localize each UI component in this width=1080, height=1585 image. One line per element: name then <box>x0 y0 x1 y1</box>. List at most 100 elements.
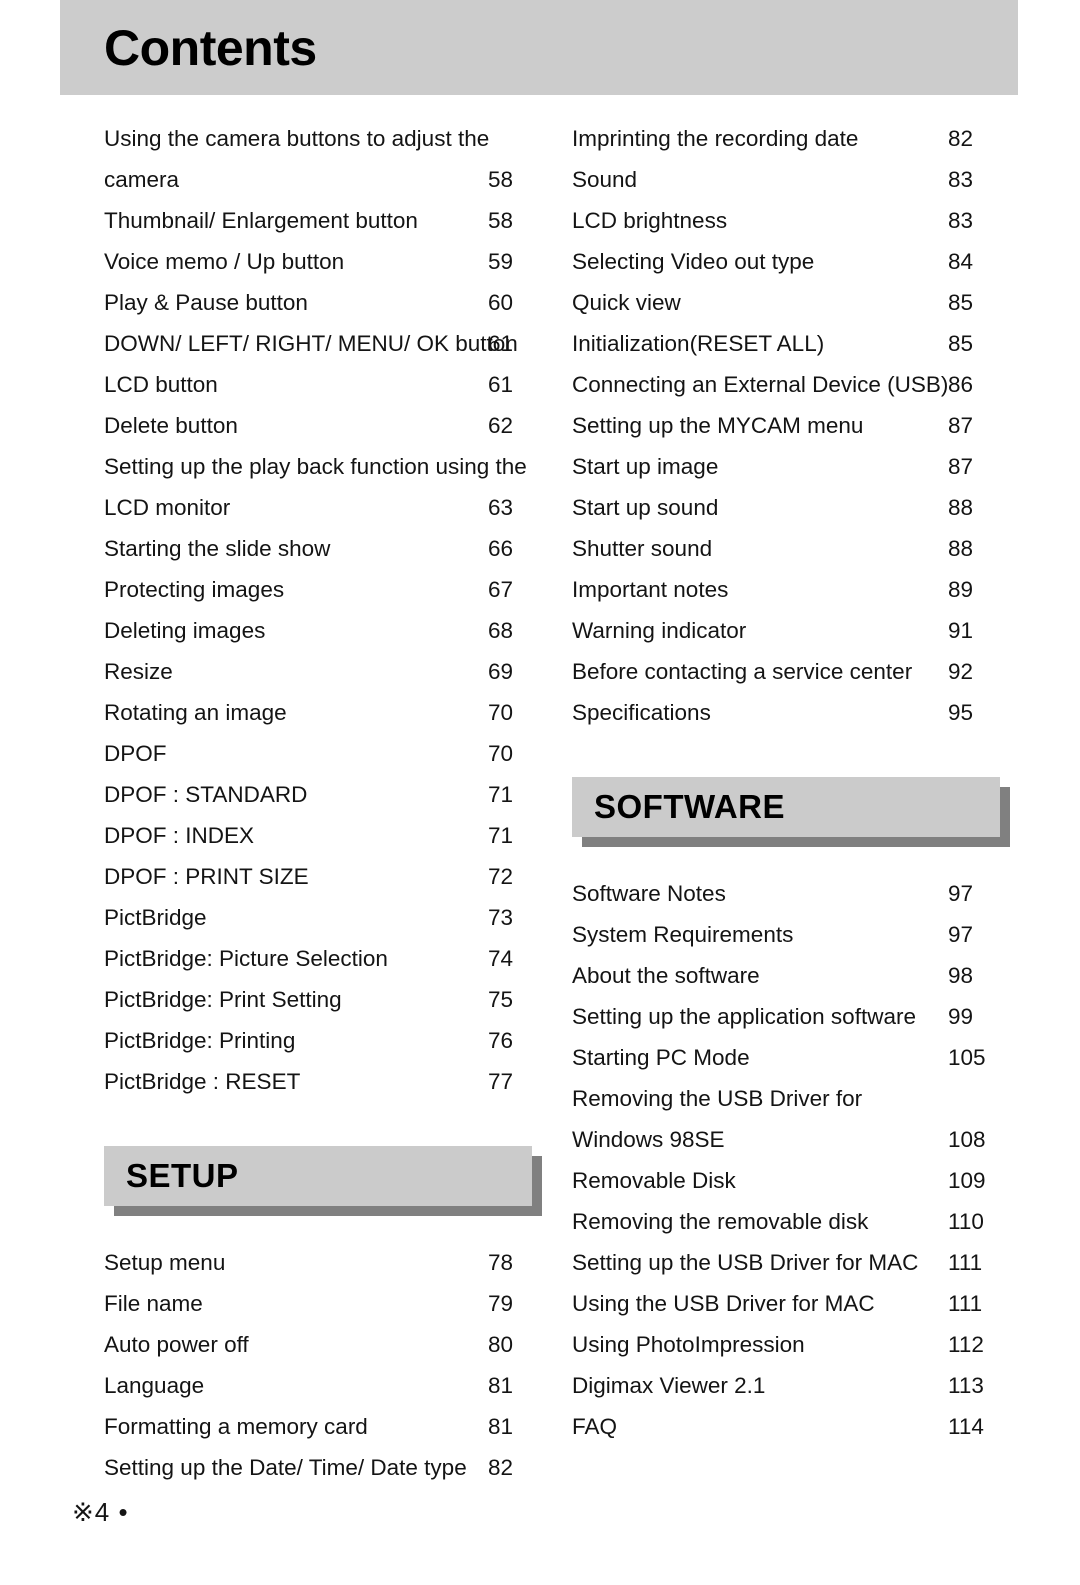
toc-entry[interactable]: Formatting a memory card 81 <box>104 1406 544 1447</box>
toc-entry-label: Connecting an External Device (USB) <box>572 372 949 397</box>
toc-entry[interactable]: Delete button 62 <box>104 405 544 446</box>
toc-entry-label: Thumbnail/ Enlargement button <box>104 208 418 233</box>
toc-entry-label: Removing the USB Driver for <box>572 1086 863 1111</box>
toc-entry-page-number: 83 <box>948 167 974 192</box>
toc-entry-label: Using PhotoImpression <box>572 1332 805 1357</box>
toc-entry[interactable]: Specifications 95 <box>572 692 1012 733</box>
toc-entry-label: Setting up the play back function using … <box>104 454 527 479</box>
toc-entry[interactable]: DOWN/ LEFT/ RIGHT/ MENU/ OK button 61 <box>104 323 544 364</box>
toc-entry[interactable]: Auto power off 80 <box>104 1324 544 1365</box>
toc-entry[interactable]: Using the USB Driver for MAC 111 <box>572 1283 1012 1324</box>
toc-entry[interactable]: Removing the removable disk 110 <box>572 1201 1012 1242</box>
toc-entry[interactable]: Setting up the play back function using … <box>104 446 544 487</box>
toc-entry[interactable]: DPOF 70 <box>104 733 544 774</box>
setup-section-banner: SETUP <box>104 1146 544 1216</box>
toc-entry-label: Specifications <box>572 700 711 725</box>
toc-entry[interactable]: Thumbnail/ Enlargement button 58 <box>104 200 544 241</box>
toc-entry[interactable]: DPOF : PRINT SIZE 72 <box>104 856 544 897</box>
toc-entry-label: Resize <box>104 659 173 684</box>
toc-entry[interactable]: Rotating an image 70 <box>104 692 544 733</box>
toc-entry[interactable]: Setting up the application software 99 <box>572 996 1012 1037</box>
toc-entry[interactable]: Removing the USB Driver for <box>572 1078 1012 1119</box>
toc-entry[interactable]: PictBridge: Printing 76 <box>104 1020 544 1061</box>
toc-entry[interactable]: PictBridge : RESET 77 <box>104 1061 544 1102</box>
toc-entry-label: camera <box>104 167 180 192</box>
toc-entry-page-number: 111 <box>948 1250 983 1275</box>
toc-entry-label: Warning indicator <box>572 618 747 643</box>
toc-entry[interactable]: Deleting images 68 <box>104 610 544 651</box>
toc-entry[interactable]: PictBridge: Print Setting 75 <box>104 979 544 1020</box>
toc-entry-page-number: 72 <box>488 864 514 889</box>
toc-entry[interactable]: Important notes 89 <box>572 569 1012 610</box>
toc-entry[interactable]: Setting up the MYCAM menu 87 <box>572 405 1012 446</box>
toc-entry-label: Play & Pause button <box>104 290 308 315</box>
toc-entry[interactable]: Connecting an External Device (USB) 86 <box>572 364 1012 405</box>
toc-entry-label: Setting up the USB Driver for MAC <box>572 1250 919 1275</box>
toc-entry-page-number: 81 <box>488 1373 514 1398</box>
toc-entry[interactable]: Setting up the Date/ Time/ Date type 82 <box>104 1447 544 1488</box>
toc-entry-label: DPOF : INDEX <box>104 823 255 848</box>
toc-entry-label: Software Notes <box>572 881 726 906</box>
toc-entry[interactable]: Shutter sound 88 <box>572 528 1012 569</box>
toc-entry-label: PictBridge: Print Setting <box>104 987 342 1012</box>
toc-entry-page-number: 83 <box>948 208 974 233</box>
toc-entry[interactable]: Starting PC Mode 105 <box>572 1037 1012 1078</box>
toc-entry[interactable]: Warning indicator 91 <box>572 610 1012 651</box>
toc-entry-page-number: 67 <box>488 577 514 602</box>
toc-entry[interactable]: PictBridge 73 <box>104 897 544 938</box>
toc-entry-label: DPOF <box>104 741 167 766</box>
toc-entry-page-number: 111 <box>948 1291 983 1316</box>
toc-entry[interactable]: DPOF : INDEX 71 <box>104 815 544 856</box>
toc-entry-page-number: 77 <box>488 1069 514 1094</box>
toc-entry-label: Initialization(RESET ALL) <box>572 331 825 356</box>
toc-entry[interactable]: DPOF : STANDARD 71 <box>104 774 544 815</box>
toc-entry[interactable]: Selecting Video out type 84 <box>572 241 1012 282</box>
toc-entry[interactable]: System Requirements 97 <box>572 914 1012 955</box>
toc-entry[interactable]: Protecting images 67 <box>104 569 544 610</box>
toc-entry[interactable]: Initialization(RESET ALL) 85 <box>572 323 1012 364</box>
toc-entry[interactable]: LCD monitor 63 <box>104 487 544 528</box>
toc-entry-page-number: 110 <box>948 1209 984 1234</box>
toc-entry[interactable]: Setting up the USB Driver for MAC 111 <box>572 1242 1012 1283</box>
toc-entry[interactable]: LCD brightness 83 <box>572 200 1012 241</box>
toc-entry[interactable]: Using the camera buttons to adjust the <box>104 118 544 159</box>
toc-entry-label: Rotating an image <box>104 700 287 725</box>
toc-entry[interactable]: Starting the slide show 66 <box>104 528 544 569</box>
toc-entry-label: DOWN/ LEFT/ RIGHT/ MENU/ OK button <box>104 331 518 356</box>
toc-entry[interactable]: Start up sound 88 <box>572 487 1012 528</box>
toc-entry[interactable]: Using PhotoImpression 112 <box>572 1324 1012 1365</box>
toc-entry[interactable]: File name 79 <box>104 1283 544 1324</box>
toc-entry[interactable]: Digimax Viewer 2.1 113 <box>572 1365 1012 1406</box>
toc-entry[interactable]: FAQ 114 <box>572 1406 1012 1447</box>
toc-entry-page-number: 80 <box>488 1332 514 1357</box>
toc-entry[interactable]: Play & Pause button 60 <box>104 282 544 323</box>
toc-entry[interactable]: Voice memo / Up button 59 <box>104 241 544 282</box>
toc-entry-label: Starting PC Mode <box>572 1045 750 1070</box>
toc-entry-label: System Requirements <box>572 922 794 947</box>
toc-entry[interactable]: Removable Disk 109 <box>572 1160 1012 1201</box>
toc-entry-page-number: 58 <box>488 167 514 192</box>
toc-entry[interactable]: Software Notes 97 <box>572 873 1012 914</box>
toc-entry[interactable]: Start up image 87 <box>572 446 1012 487</box>
toc-entry[interactable]: Resize 69 <box>104 651 544 692</box>
toc-entry-page-number: 92 <box>948 659 974 684</box>
toc-entry[interactable]: Imprinting the recording date 82 <box>572 118 1012 159</box>
toc-entry[interactable]: PictBridge: Picture Selection 74 <box>104 938 544 979</box>
toc-entry[interactable]: Language 81 <box>104 1365 544 1406</box>
toc-entry-label: PictBridge: Picture Selection <box>104 946 388 971</box>
toc-entry[interactable]: About the software 98 <box>572 955 1012 996</box>
toc-entry[interactable]: Before contacting a service center 92 <box>572 651 1012 692</box>
toc-entry[interactable]: Sound 83 <box>572 159 1012 200</box>
toc-entry-label: Shutter sound <box>572 536 713 561</box>
toc-entry[interactable]: Quick view 85 <box>572 282 1012 323</box>
toc-entry-page-number: 112 <box>948 1332 984 1357</box>
toc-entry[interactable]: LCD button 61 <box>104 364 544 405</box>
toc-entry-label: About the software <box>572 963 760 988</box>
right-column: Imprinting the recording date 82 Sound 83 LC… <box>572 118 1012 1447</box>
toc-entry-page-number: 113 <box>948 1373 984 1398</box>
toc-entry[interactable]: Windows 98SE 108 <box>572 1119 1012 1160</box>
toc-entry[interactable]: camera 58 <box>104 159 544 200</box>
toc-entry[interactable]: Setup menu 78 <box>104 1242 544 1283</box>
